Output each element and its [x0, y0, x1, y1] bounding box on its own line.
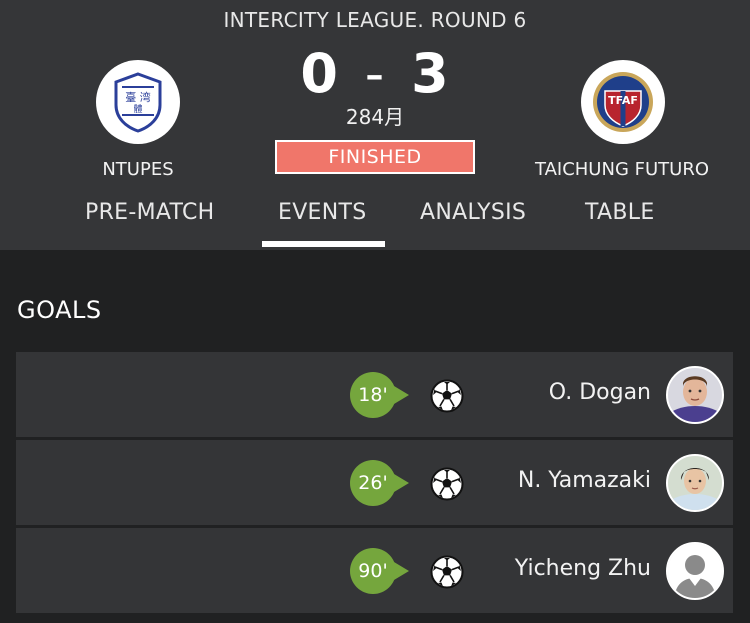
league-round-title: INTERCITY LEAGUE. ROUND 6 [223, 8, 527, 32]
goal-minute-badge: 18' [350, 372, 409, 418]
active-tab-indicator [262, 241, 385, 247]
player-avatar[interactable] [666, 454, 724, 512]
goal-row[interactable]: 26' N. Yamazaki [16, 440, 733, 525]
soccer-ball-icon [430, 467, 464, 501]
player-avatar[interactable] [666, 542, 724, 600]
goal-row[interactable]: 18' O. Dogan [16, 352, 733, 437]
goal-scorer-name: N. Yamazaki [517, 468, 651, 493]
tab-events[interactable]: EVENTS [278, 200, 367, 225]
tab-table[interactable]: TABLE [585, 200, 655, 225]
home-score: 0 [300, 42, 339, 105]
attendance-text: 284月 [345, 105, 405, 129]
score-separator: - [364, 42, 386, 105]
tab-pre-match[interactable]: PRE-MATCH [85, 200, 214, 225]
player-photo-icon [668, 368, 722, 422]
away-score: 3 [411, 42, 450, 105]
away-team-name[interactable]: TAICHUNG FUTURO [523, 159, 721, 180]
player-avatar[interactable] [666, 366, 724, 424]
player-photo-icon [668, 456, 722, 510]
goals-section-title: GOALS [17, 296, 102, 324]
goal-row[interactable]: 90' Yicheng Zhu [16, 528, 733, 613]
match-status-badge: FINISHED [275, 140, 475, 174]
goal-scorer-name: O. Dogan [548, 380, 651, 405]
home-team-name[interactable]: NTUPES [58, 159, 218, 180]
placeholder-avatar-icon [668, 544, 722, 598]
tab-analysis[interactable]: ANALYSIS [420, 200, 526, 225]
goal-minute-badge: 90' [350, 548, 409, 594]
scoreline: 0 - 3 [0, 42, 750, 105]
goal-scorer-name: Yicheng Zhu [514, 556, 651, 581]
goal-minute-badge: 26' [350, 460, 409, 506]
soccer-ball-icon [430, 379, 464, 413]
match-header: INTERCITY LEAGUE. ROUND 6 臺 湾 體 NTUPES T… [0, 0, 750, 250]
soccer-ball-icon [430, 555, 464, 589]
